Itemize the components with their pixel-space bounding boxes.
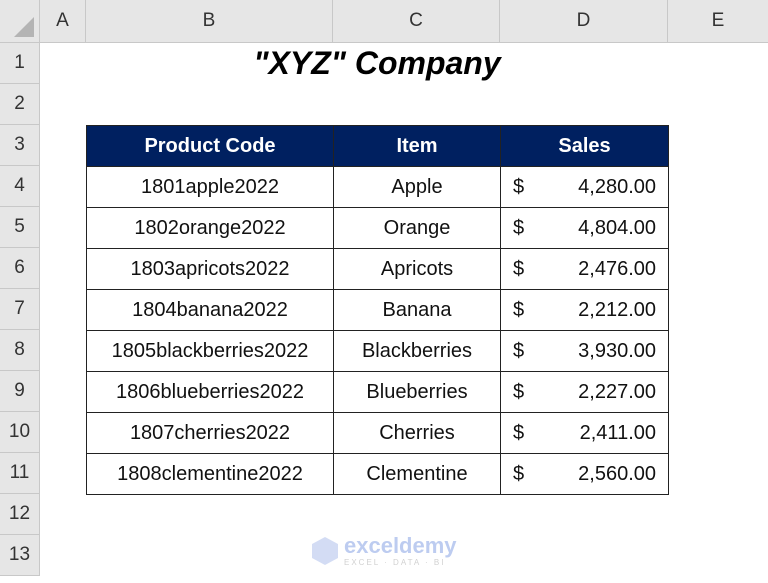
cell-sales[interactable]: $4,280.00 — [500, 166, 669, 208]
select-all-corner[interactable] — [0, 0, 40, 43]
currency-symbol: $ — [513, 380, 525, 403]
column-header-a[interactable]: A — [40, 0, 86, 43]
header-product-code[interactable]: Product Code — [86, 125, 334, 167]
row-header-7[interactable]: 7 — [0, 289, 40, 330]
cell-product-code[interactable]: 1805blackberries2022 — [86, 330, 334, 372]
cell-product-code[interactable]: 1806blueberries2022 — [86, 371, 334, 413]
cell-sales[interactable]: $2,560.00 — [500, 453, 669, 495]
cell-sales[interactable]: $4,804.00 — [500, 207, 669, 249]
table-row: 1801apple2022 Apple $4,280.00 — [86, 166, 669, 208]
cell-sales[interactable]: $2,227.00 — [500, 371, 669, 413]
header-item[interactable]: Item — [333, 125, 501, 167]
row-header-8[interactable]: 8 — [0, 330, 40, 371]
currency-symbol: $ — [513, 421, 525, 444]
row-header-11[interactable]: 11 — [0, 453, 40, 494]
column-header-d[interactable]: D — [500, 0, 668, 43]
cell-sales[interactable]: $2,476.00 — [500, 248, 669, 290]
table-row: 1806blueberries2022 Blueberries $2,227.00 — [86, 371, 669, 413]
cell-item[interactable]: Cherries — [333, 412, 501, 454]
exceldemy-logo-icon — [312, 537, 338, 565]
table-header-row: Product Code Item Sales — [86, 125, 669, 167]
table-row: 1802orange2022 Orange $4,804.00 — [86, 207, 669, 249]
sales-value: 4,280.00 — [578, 175, 656, 198]
currency-symbol: $ — [513, 175, 525, 198]
watermark-name: exceldemy — [344, 533, 457, 558]
table-row: 1804banana2022 Banana $2,212.00 — [86, 289, 669, 331]
cell-product-code[interactable]: 1804banana2022 — [86, 289, 334, 331]
table-row: 1803apricots2022 Apricots $2,476.00 — [86, 248, 669, 290]
row-header-1[interactable]: 1 — [0, 43, 40, 84]
cell-item[interactable]: Orange — [333, 207, 501, 249]
cell-sales[interactable]: $2,411.00 — [500, 412, 669, 454]
table-row: 1805blackberries2022 Blackberries $3,930.0… — [86, 330, 669, 372]
currency-symbol: $ — [513, 298, 525, 321]
sales-table: Product Code Item Sales 1801apple2022 App… — [86, 125, 669, 495]
row-header-9[interactable]: 9 — [0, 371, 40, 412]
cell-sales[interactable]: $3,930.00 — [500, 330, 669, 372]
sales-value: 3,930.00 — [578, 339, 656, 362]
sales-value: 2,476.00 — [578, 257, 656, 280]
row-header-13[interactable]: 13 — [0, 535, 40, 576]
sales-value: 2,227.00 — [578, 380, 656, 403]
column-header-b[interactable]: B — [86, 0, 333, 43]
cell-item[interactable]: Apple — [333, 166, 501, 208]
row-header-12[interactable]: 12 — [0, 494, 40, 535]
table-row: 1807cherries2022 Cherries $2,411.00 — [86, 412, 669, 454]
watermark: exceldemy EXCEL · DATA · BI — [312, 535, 457, 567]
sales-value: 4,804.00 — [578, 216, 656, 239]
cell-product-code[interactable]: 1802orange2022 — [86, 207, 334, 249]
column-header-c[interactable]: C — [333, 0, 500, 43]
cell-product-code[interactable]: 1807cherries2022 — [86, 412, 334, 454]
row-header-6[interactable]: 6 — [0, 248, 40, 289]
watermark-tagline: EXCEL · DATA · BI — [344, 558, 446, 567]
sales-value: 2,212.00 — [578, 298, 656, 321]
row-header-4[interactable]: 4 — [0, 166, 40, 207]
select-all-icon — [14, 17, 34, 37]
sheet-title[interactable]: "XYZ" Company — [86, 43, 668, 84]
cell-item[interactable]: Blackberries — [333, 330, 501, 372]
cell-product-code[interactable]: 1801apple2022 — [86, 166, 334, 208]
cell-product-code[interactable]: 1803apricots2022 — [86, 248, 334, 290]
row-header-10[interactable]: 10 — [0, 412, 40, 453]
row-header-3[interactable]: 3 — [0, 125, 40, 166]
cell-item[interactable]: Banana — [333, 289, 501, 331]
currency-symbol: $ — [513, 339, 525, 362]
sales-value: 2,560.00 — [578, 462, 656, 485]
cell-item[interactable]: Clementine — [333, 453, 501, 495]
currency-symbol: $ — [513, 216, 525, 239]
cell-product-code[interactable]: 1808clementine2022 — [86, 453, 334, 495]
currency-symbol: $ — [513, 462, 525, 485]
sales-value: 2,411.00 — [579, 421, 656, 444]
row-header-5[interactable]: 5 — [0, 207, 40, 248]
cell-item[interactable]: Blueberries — [333, 371, 501, 413]
cell-item[interactable]: Apricots — [333, 248, 501, 290]
header-sales[interactable]: Sales — [500, 125, 669, 167]
currency-symbol: $ — [513, 257, 525, 280]
cell-sales[interactable]: $2,212.00 — [500, 289, 669, 331]
column-header-e[interactable]: E — [668, 0, 768, 43]
row-header-2[interactable]: 2 — [0, 84, 40, 125]
table-row: 1808clementine2022 Clementine $2,560.00 — [86, 453, 669, 495]
